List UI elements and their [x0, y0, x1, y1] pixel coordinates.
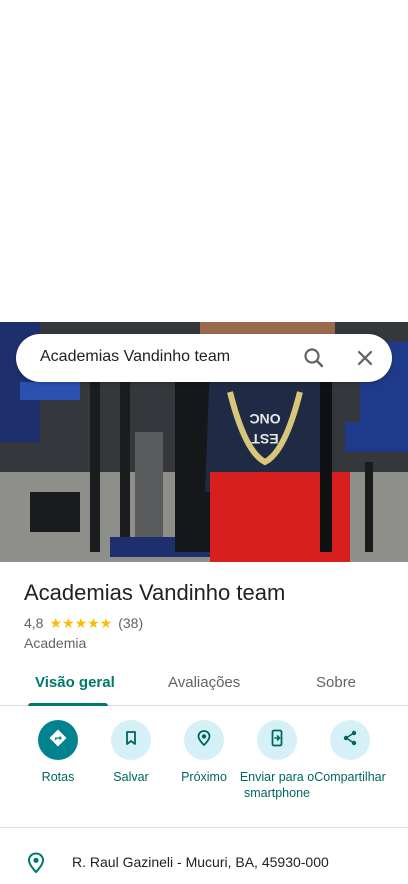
rating-row[interactable]: 4,8 ★★★★★ (38) [24, 614, 143, 632]
search-bar[interactable]: Academias Vandinho team [16, 334, 392, 382]
share-label: Compartilhar [314, 770, 386, 784]
rating-value: 4,8 [24, 615, 44, 631]
nearby-button[interactable]: Próximo [166, 720, 242, 785]
close-icon[interactable] [353, 346, 377, 370]
send-to-phone-label: Enviar para o smartphone [239, 770, 315, 800]
share-icon [340, 728, 360, 753]
tab-overview[interactable]: Visão geral [35, 674, 115, 691]
send-to-phone-button[interactable]: Enviar para o smartphone [239, 720, 315, 801]
tab-about[interactable]: Sobre [316, 674, 356, 691]
action-bar: Rotas Salvar Próximo Enviar para o smart… [0, 720, 408, 820]
send-to-phone-icon [267, 728, 287, 753]
search-icon[interactable] [302, 346, 326, 370]
bookmark-icon [121, 728, 141, 753]
shirt-text-2: EST [251, 431, 279, 447]
directions-icon [48, 728, 68, 753]
save-label: Salvar [113, 770, 149, 784]
review-count[interactable]: (38) [118, 615, 143, 631]
divider [0, 827, 408, 828]
save-button[interactable]: Salvar [93, 720, 169, 785]
rating-stars: ★★★★★ [49, 614, 113, 631]
tab-reviews[interactable]: Avaliações [168, 674, 240, 691]
search-input[interactable]: Academias Vandinho team [40, 348, 230, 366]
share-button[interactable]: Compartilhar [312, 720, 388, 785]
shirt-text-1: ONC [249, 411, 280, 427]
tab-bar: Visão geral Avaliações Sobre [0, 664, 408, 706]
place-category: Academia [24, 635, 87, 651]
address-row[interactable]: R. Raul Gazineli - Mucuri, BA, 45930-000 [0, 848, 408, 878]
map-area[interactable] [0, 0, 408, 322]
nearby-label: Próximo [181, 770, 227, 784]
place-title: Academias Vandinho team [24, 580, 286, 605]
directions-button[interactable]: Rotas [20, 720, 96, 785]
address-text: R. Raul Gazineli - Mucuri, BA, 45930-000 [72, 854, 329, 870]
location-pin-icon [26, 852, 46, 874]
directions-label: Rotas [41, 770, 75, 784]
nearby-icon [194, 728, 214, 753]
tab-indicator [28, 703, 108, 706]
